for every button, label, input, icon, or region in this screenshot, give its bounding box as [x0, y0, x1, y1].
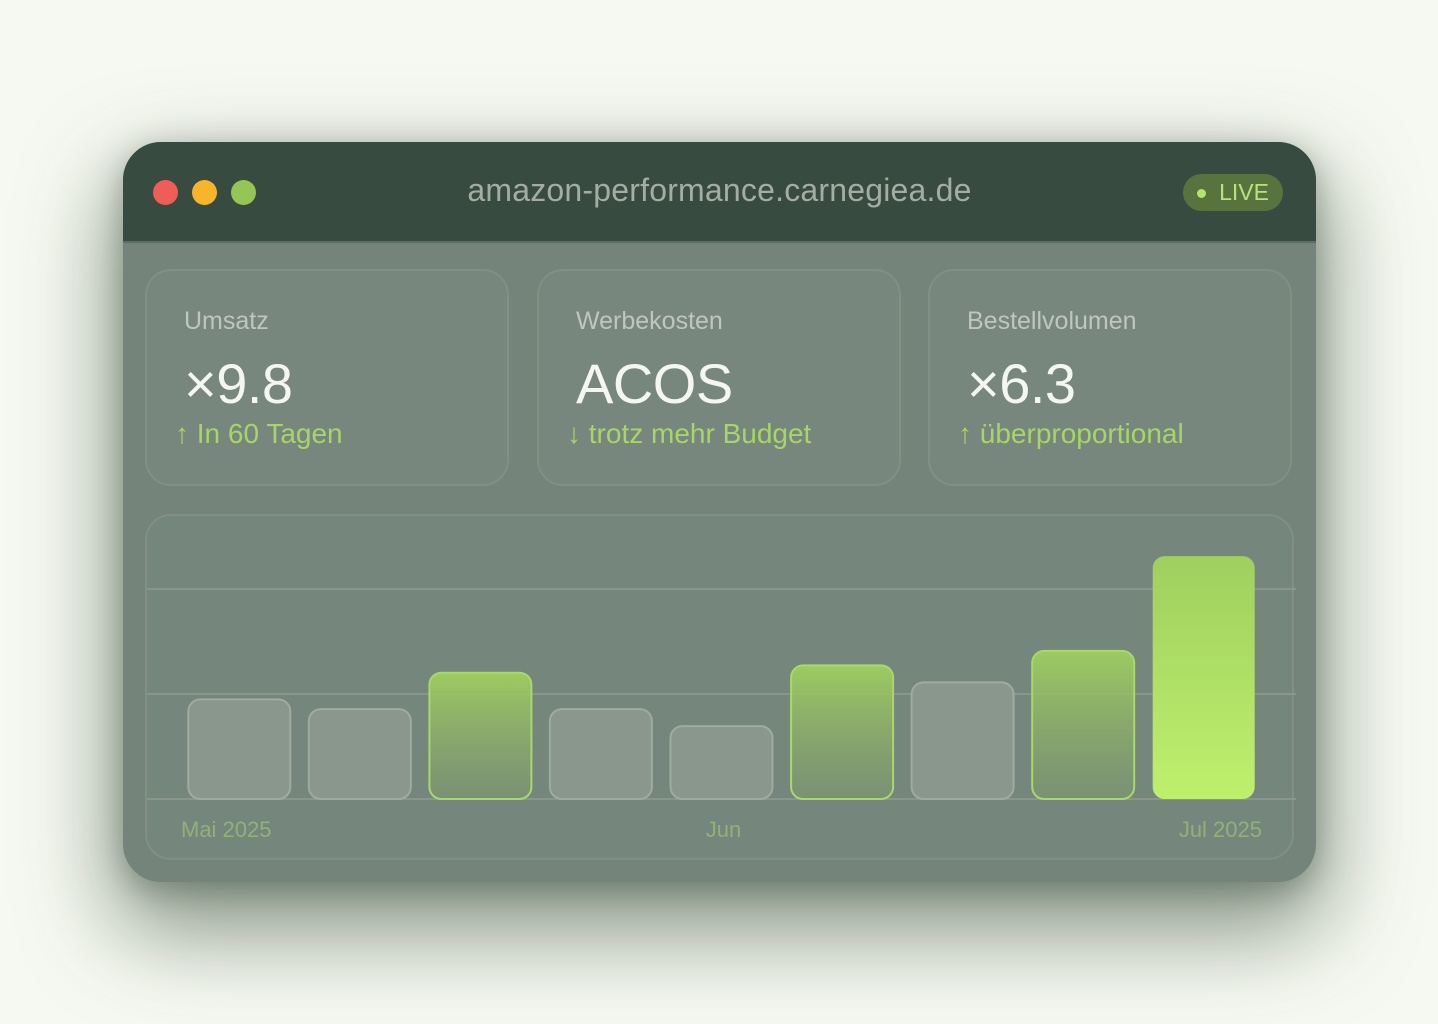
x-axis-label: Jun [706, 817, 741, 842]
stage: amazon-performance.carnegiea.de LIVE Ums… [0, 0, 1438, 1024]
live-indicator-icon [1197, 189, 1207, 198]
chart-bar [428, 671, 533, 800]
chart-bar [187, 698, 292, 800]
window-titlebar: amazon-performance.carnegiea.de LIVE [123, 142, 1316, 243]
kpi-note: ↓ trotz mehr Budget [567, 418, 812, 449]
kpi-card-bestellvolumen: Bestellvolumen ×6.3 ↑ überproportional [928, 269, 1292, 486]
kpi-card-umsatz: Umsatz ×9.8 ↑ In 60 Tagen [145, 269, 509, 486]
url-text: amazon-performance.carnegiea.de [467, 172, 972, 208]
bar-chart: Mai 2025 Jun Jul 2025 [147, 556, 1296, 842]
kpi-label: Bestellvolumen [967, 307, 1137, 335]
kpi-value: ×6.3 [967, 352, 1076, 415]
chart-bar [307, 708, 412, 801]
live-badge: LIVE [1183, 174, 1283, 211]
kpi-note: ↑ In 60 Tagen [175, 418, 343, 449]
chart-bar [1031, 649, 1136, 800]
chart-bar [548, 708, 653, 801]
kpi-note: ↑ überproportional [958, 418, 1184, 449]
kpi-value: ACOS [576, 352, 733, 415]
chart-panel: Mai 2025 Jun Jul 2025 [145, 514, 1296, 860]
live-label: LIVE [1219, 179, 1269, 205]
kpi-card-werbekosten: Werbekosten ACOS ↓ trotz mehr Budget [537, 269, 901, 486]
chart-bar [790, 664, 895, 800]
chart-bar [910, 681, 1015, 800]
x-axis-label: Jul 2025 [1179, 817, 1262, 842]
kpi-label: Umsatz [184, 307, 269, 335]
chart-bar [1152, 556, 1255, 799]
kpi-value: ×9.8 [184, 352, 293, 415]
x-axis-label: Mai 2025 [181, 817, 272, 842]
browser-window: amazon-performance.carnegiea.de LIVE Ums… [123, 142, 1316, 882]
kpi-label: Werbekosten [576, 307, 723, 335]
chart-bar [669, 725, 774, 801]
